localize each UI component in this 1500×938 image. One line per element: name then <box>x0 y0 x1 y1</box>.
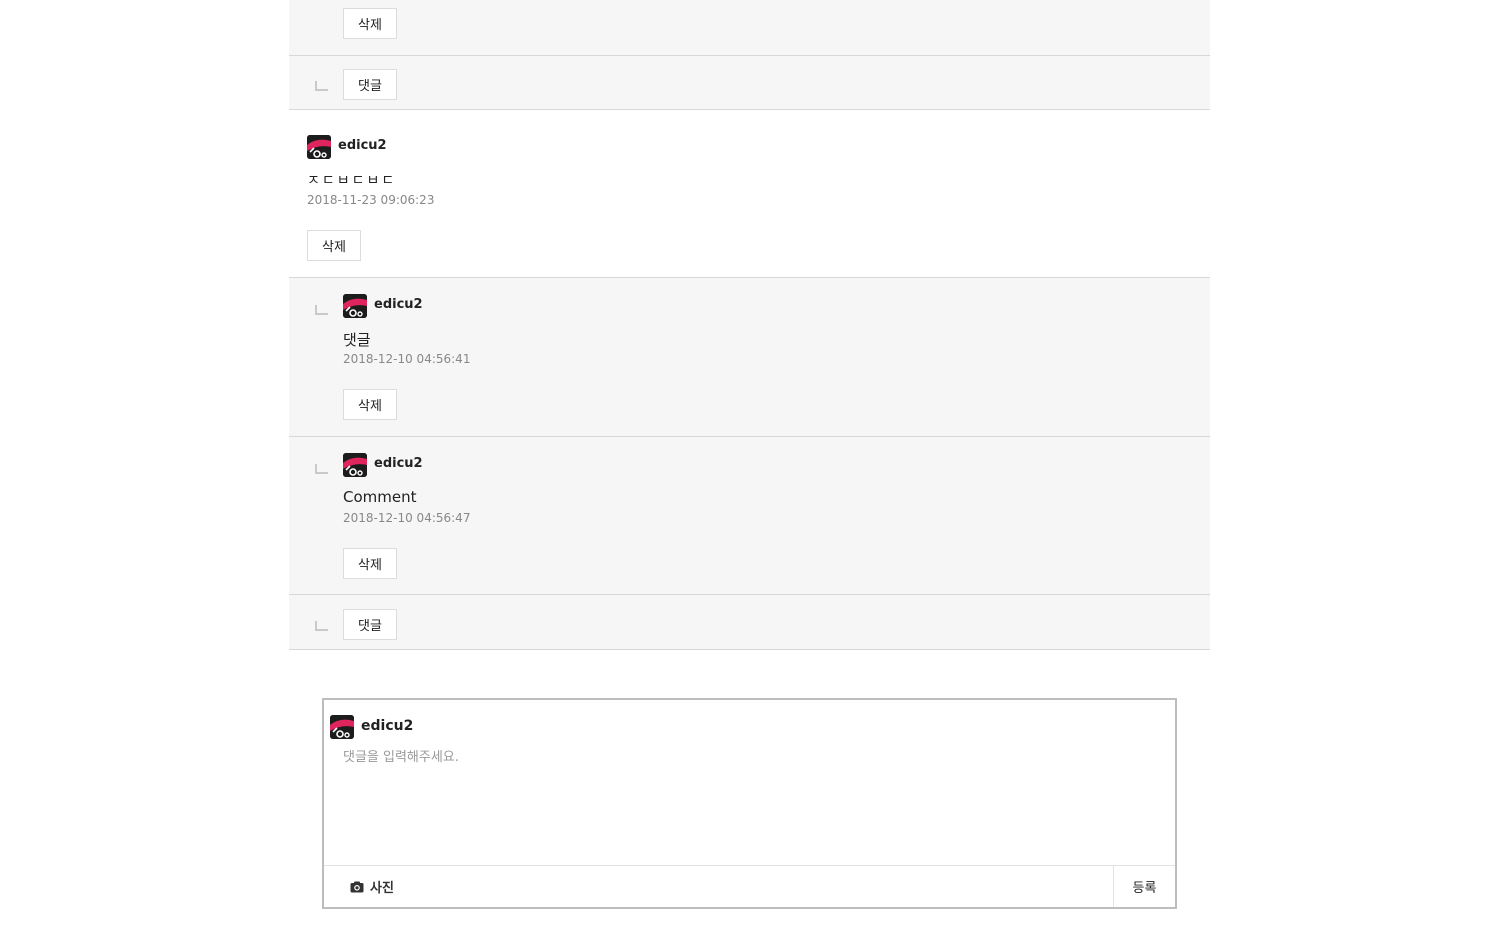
composer-username: edicu2 <box>361 718 414 734</box>
submit-button[interactable]: 등록 <box>1113 866 1175 907</box>
reply-date: 2018-12-10 04:56:47 <box>343 511 471 525</box>
reply-item: edicu2 Comment 2018-12-10 04:56:47 삭제 <box>289 437 1210 595</box>
reply-text: Comment <box>343 488 417 506</box>
camera-icon <box>350 881 364 892</box>
reply-date: 2018-12-10 04:56:41 <box>343 352 471 366</box>
composer-footer: 사진 등록 <box>324 865 1175 907</box>
comment-item: edicu2 ㅈㄷㅂㄷㅂㄷ 2018-11-23 09:06:23 삭제 <box>289 110 1210 278</box>
reply-username[interactable]: edicu2 <box>374 297 423 312</box>
reply-text: 댓글 <box>343 331 371 349</box>
delete-button[interactable]: 삭제 <box>343 8 397 39</box>
avatar[interactable] <box>343 294 367 318</box>
avatar[interactable] <box>307 135 331 159</box>
photo-label: 사진 <box>370 881 394 896</box>
reply-item-tail: 삭제 <box>289 0 1210 56</box>
delete-button[interactable]: 삭제 <box>343 548 397 579</box>
reply-bar: 댓글 <box>289 595 1210 650</box>
delete-button[interactable]: 삭제 <box>343 389 397 420</box>
avatar <box>330 715 354 739</box>
avatar-image-icon <box>307 135 331 159</box>
reply-indent-icon <box>315 305 328 315</box>
avatar-image-icon <box>343 453 367 477</box>
comment-composer: edicu2 댓글을 입력해주세요. 사진 등록 <box>322 698 1177 909</box>
reply-button[interactable]: 댓글 <box>343 69 397 100</box>
avatar[interactable] <box>343 453 367 477</box>
reply-item: edicu2 댓글 2018-12-10 04:56:41 삭제 <box>289 278 1210 437</box>
avatar-image-icon <box>330 715 354 739</box>
reply-bar: 댓글 <box>289 56 1210 110</box>
reply-button[interactable]: 댓글 <box>343 609 397 640</box>
photo-button[interactable]: 사진 <box>350 866 394 907</box>
reply-indent-icon <box>315 621 328 631</box>
comment-username[interactable]: edicu2 <box>338 138 387 153</box>
avatar-image-icon <box>343 294 367 318</box>
comment-text: ㅈㄷㅂㄷㅂㄷ <box>307 173 397 189</box>
comment-input[interactable]: 댓글을 입력해주세요. <box>343 746 1143 765</box>
delete-button[interactable]: 삭제 <box>307 230 361 261</box>
reply-username[interactable]: edicu2 <box>374 456 423 471</box>
comment-date: 2018-11-23 09:06:23 <box>307 193 435 207</box>
reply-indent-icon <box>315 464 328 474</box>
reply-indent-icon <box>315 81 328 91</box>
